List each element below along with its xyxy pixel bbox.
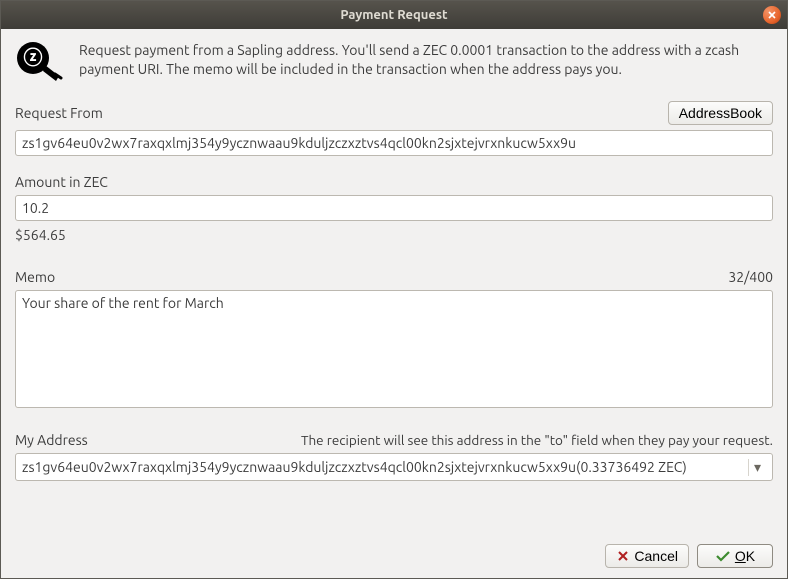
dialog-content: ⓩ Request payment from a Sapling address…	[1, 29, 787, 578]
cancel-button[interactable]: Cancel	[605, 544, 689, 568]
amount-input[interactable]	[15, 195, 773, 221]
my-address-header: My Address The recipient will see this a…	[15, 432, 773, 448]
titlebar: Payment Request	[1, 1, 787, 29]
ok-icon	[715, 549, 731, 563]
my-address-select[interactable]: zs1gv64eu0v2wx7raxqxlmj354y9ycznwaau9kdu…	[15, 453, 773, 481]
close-icon	[767, 10, 777, 20]
memo-header: Memo 32/400	[15, 269, 773, 285]
my-address-label: My Address	[15, 432, 88, 448]
payment-request-window: Payment Request ⓩ Request payment from a…	[0, 0, 788, 579]
address-book-button[interactable]: AddressBook	[668, 101, 773, 125]
window-title: Payment Request	[340, 8, 447, 22]
intro-text: Request payment from a Sapling address. …	[79, 41, 773, 79]
memo-input[interactable]: Your share of the rent for March	[15, 290, 773, 408]
memo-counter: 32/400	[728, 269, 773, 285]
close-button[interactable]	[763, 6, 781, 24]
chevron-down-icon: ▾	[748, 459, 766, 476]
ok-button[interactable]: OK	[697, 544, 773, 568]
cancel-label: Cancel	[634, 548, 678, 564]
dialog-footer: Cancel OK	[15, 530, 773, 568]
svg-text:ⓩ: ⓩ	[23, 46, 42, 69]
my-address-hint: The recipient will see this address in t…	[301, 432, 773, 448]
amount-label: Amount in ZEC	[15, 174, 773, 190]
my-address-selected: zs1gv64eu0v2wx7raxqxlmj354y9ycznwaau9kdu…	[22, 459, 687, 475]
amount-usd: $564.65	[15, 227, 773, 243]
address-book-label: AddressBook	[679, 105, 762, 121]
request-from-row: Request From AddressBook	[15, 101, 773, 125]
memo-label: Memo	[15, 269, 55, 285]
ok-label: OK	[735, 548, 755, 564]
zcash-payment-icon: ⓩ	[15, 41, 65, 83]
request-from-input[interactable]	[15, 130, 773, 156]
request-from-label: Request From	[15, 105, 103, 121]
cancel-icon	[616, 549, 630, 563]
intro-section: ⓩ Request payment from a Sapling address…	[15, 41, 773, 83]
